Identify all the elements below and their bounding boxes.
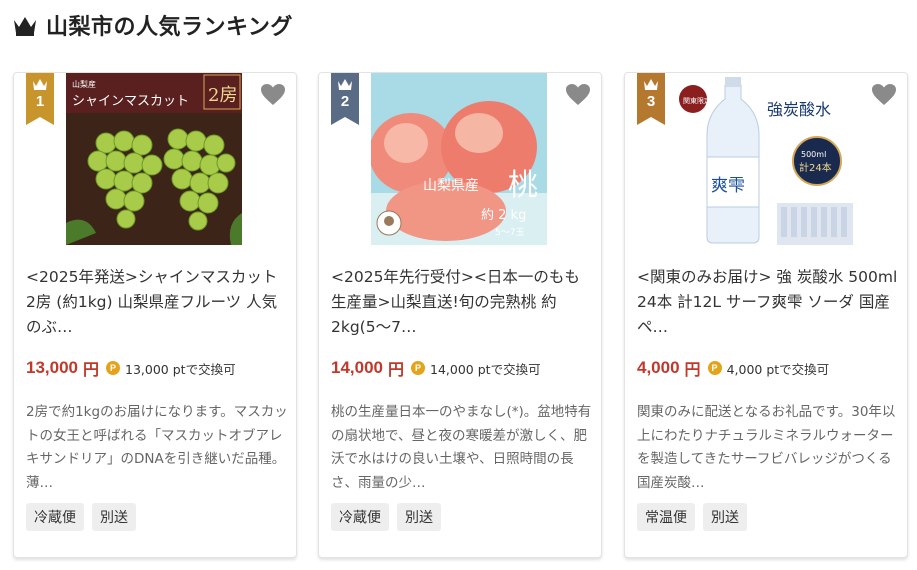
product-name[interactable]: <2025年発送>シャインマスカット 2房 (約1kg) 山梨県産フルーツ 人気… [26, 265, 288, 340]
image-label-brand: 爽雫 [711, 176, 745, 196]
price-row: 13,000 円 P 13,000 ptで交換可 [26, 356, 236, 380]
product-description: 2房で約1kgのお届けになります。マスカットの女王と呼ばれる「マスカットオブアレ… [26, 404, 288, 491]
product-card[interactable]: 山梨県産 桃 約 2 kg 5〜7玉 2 <2025年先行受付><日本一のもも生… [318, 72, 602, 558]
point-text: 13,000 ptで交換可 [125, 361, 236, 377]
image-label-main: 山梨県産 [423, 178, 479, 194]
product-name[interactable]: <関東のみお届け> 強 炭酸水 500ml 24本 計12L サーフ爽雫 ソーダ… [637, 265, 899, 340]
price-unit: 円 [684, 360, 701, 379]
favorite-button[interactable] [260, 83, 286, 107]
favorite-button[interactable] [871, 83, 897, 107]
image-label-count: 5〜7玉 [495, 227, 524, 238]
image-label-count: 計24本 [799, 161, 832, 174]
point-icon: P [106, 361, 121, 375]
rank-badge: 1 [26, 73, 54, 125]
heart-icon [566, 84, 590, 105]
tag-list: 冷蔵便 別送 [331, 503, 441, 531]
tag-delivery: 冷蔵便 [26, 503, 84, 531]
price: 13,000 [26, 358, 78, 377]
crown-icon [14, 17, 36, 36]
image-label-count: 2房 [208, 85, 237, 106]
tag-shipping: 別送 [92, 503, 136, 531]
price: 14,000 [331, 358, 383, 377]
product-description: 桃の生産量日本一のやまなし(*)。盆地特有の扇状地で、昼と夜の寒暖差が激しく、肥… [331, 404, 592, 491]
point-icon: P [411, 361, 426, 375]
image-label-weight: 約 2 kg [481, 208, 526, 223]
product-image-peach[interactable]: 山梨県産 桃 約 2 kg 5〜7玉 [371, 73, 547, 245]
product-card[interactable]: 爽雫 関東限定 強炭酸水 500ml 計24本 3 <関東のみお届け> 強 炭酸… [624, 72, 908, 558]
tag-delivery: 常温便 [637, 503, 695, 531]
rank-number: 1 [35, 93, 45, 110]
tag-delivery: 冷蔵便 [331, 503, 389, 531]
tag-shipping: 別送 [703, 503, 747, 531]
tag-list: 冷蔵便 別送 [26, 503, 136, 531]
page-title: 山梨市の人気ランキング [46, 15, 293, 40]
point-text: 4,000 ptで交換可 [726, 361, 830, 377]
rank-number: 3 [646, 93, 656, 110]
point-icon: P [707, 361, 722, 375]
rank-badge: 2 [331, 73, 359, 125]
price-unit: 円 [83, 360, 100, 379]
product-description: 関東のみに配送となるお礼品です。30年以上にわたりナチュラルミネラルウォーターを… [637, 404, 896, 491]
favorite-button[interactable] [565, 83, 591, 107]
product-image-sparkling-water[interactable]: 爽雫 関東限定 強炭酸水 500ml 計24本 [677, 73, 853, 245]
image-label-big: 桃 [508, 168, 538, 203]
image-label-small: 山梨産 [72, 79, 96, 89]
product-card[interactable]: 山梨産 シャインマスカット 2房 1 <2025年発送>シャインマスカット 2房… [13, 72, 297, 558]
rank-number: 2 [340, 93, 350, 110]
price-row: 14,000 円 P 14,000 ptで交換可 [331, 356, 541, 380]
price-row: 4,000 円 P 4,000 ptで交換可 [637, 356, 829, 380]
price: 4,000 [637, 358, 680, 377]
rank-badge: 3 [637, 73, 665, 125]
image-label-volume: 500ml [801, 150, 826, 159]
product-image-shine-muscat[interactable]: 山梨産 シャインマスカット 2房 [66, 73, 242, 245]
image-label-badge: 関東限定 [683, 96, 711, 105]
point-text: 14,000 ptで交換可 [430, 361, 541, 377]
tag-list: 常温便 別送 [637, 503, 747, 531]
product-name[interactable]: <2025年先行受付><日本一のもも生産量>山梨直送!旬の完熟桃 約2kg(5〜… [331, 265, 593, 340]
tag-shipping: 別送 [397, 503, 441, 531]
price-unit: 円 [388, 360, 405, 379]
image-label-title: 強炭酸水 [767, 100, 831, 119]
heart-icon [872, 84, 896, 105]
image-label-main: シャインマスカット [72, 94, 189, 109]
ranking-header: 山梨市の人気ランキング [12, 8, 293, 42]
heart-icon [261, 84, 285, 105]
